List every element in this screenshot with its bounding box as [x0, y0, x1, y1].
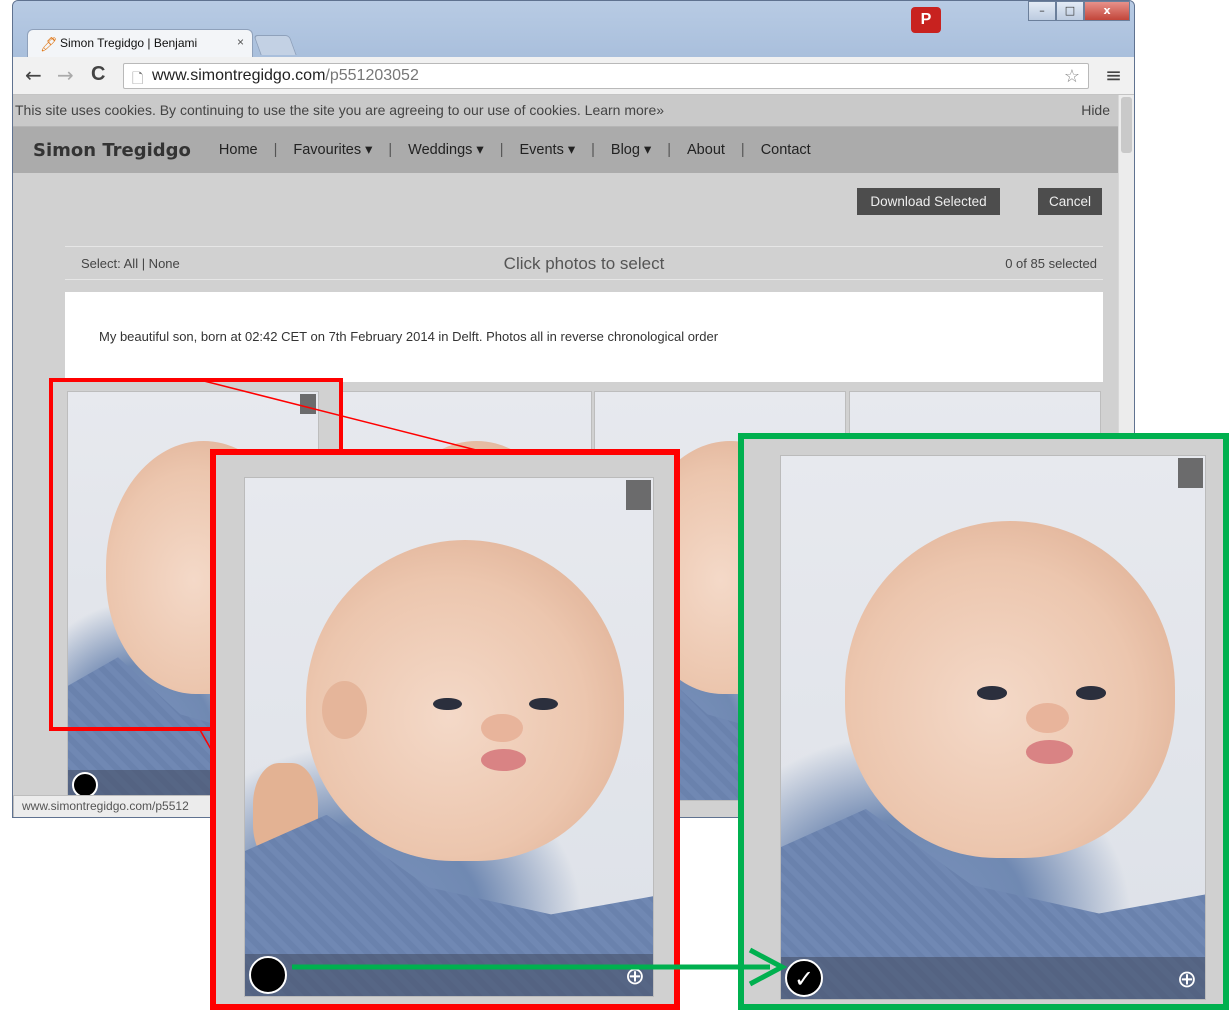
download-photo-icon[interactable]	[626, 480, 651, 510]
photo-subject	[306, 540, 625, 862]
photo-mouth	[481, 748, 526, 772]
tab-title: Simon Tregidgo | Benjami	[60, 36, 198, 50]
selection-count: 0 of 85 selected	[1005, 256, 1097, 271]
download-selected-button[interactable]: Download Selected	[857, 188, 1000, 215]
nav-favourites[interactable]: Favourites ▾	[289, 142, 376, 158]
cookie-notice: This site uses cookies. By continuing to…	[13, 95, 1118, 127]
photo-eye	[433, 697, 463, 711]
site-navigation: Simon Tregidgo Home | Favourites ▾ | Wed…	[13, 127, 1118, 173]
status-bar: www.simontregidgo.com/p5512	[13, 795, 213, 817]
url-domain: www.simontregidgo.com	[152, 67, 326, 84]
browser-tab[interactable]: 🖊 Simon Tregidgo | Benjami ×	[27, 29, 253, 59]
nav-home[interactable]: Home	[215, 142, 262, 158]
window-controls: – □ x	[1028, 1, 1130, 23]
nav-separator: |	[740, 142, 745, 158]
close-window-button[interactable]: x	[1084, 1, 1130, 21]
selection-bar: Select: All | None Click photos to selec…	[65, 246, 1103, 280]
cancel-button[interactable]: Cancel	[1038, 188, 1102, 215]
select-overlay: ⊕	[245, 954, 653, 996]
forward-icon[interactable]: →	[57, 63, 74, 87]
photo-eye	[976, 686, 1007, 700]
baby-photo-zoomed: ⊕	[244, 477, 654, 997]
baby-photo-selected: ✓ ⊕	[780, 455, 1206, 1000]
new-tab-button[interactable]	[253, 35, 297, 55]
photo-nose	[1026, 702, 1070, 734]
title-bar: 🖊 Simon Tregidgo | Benjami × P – □ x	[13, 1, 1134, 59]
cookie-text[interactable]: This site uses cookies. By continuing to…	[15, 102, 664, 118]
address-bar[interactable]: 🗋 www.simontregidgo.com/p551203052 ☆	[123, 63, 1089, 89]
maximize-button[interactable]: □	[1056, 1, 1084, 21]
after-zoom-callout: ✓ ⊕	[738, 433, 1229, 1010]
nav-contact[interactable]: Contact	[757, 142, 815, 158]
feather-favicon-icon: 🖊	[40, 36, 58, 52]
page-icon: 🗋	[132, 70, 144, 86]
nav-separator: |	[499, 142, 504, 158]
url-path: /p551203052	[325, 67, 419, 84]
site-brand[interactable]: Simon Tregidgo	[33, 140, 191, 161]
reload-icon[interactable]: C	[91, 63, 105, 86]
bookmark-star-icon[interactable]: ☆	[1064, 66, 1080, 87]
back-icon[interactable]: ←	[25, 63, 42, 87]
nav-separator: |	[591, 142, 595, 158]
scrollbar-thumb[interactable]	[1121, 97, 1132, 153]
selection-instruction: Click photos to select	[503, 254, 665, 273]
select-circle-icon[interactable]	[249, 956, 287, 994]
photo-subject	[844, 521, 1176, 858]
photo-eye	[1076, 686, 1106, 700]
nav-about[interactable]: About	[683, 142, 729, 158]
extension-badge-icon[interactable]: P	[911, 7, 941, 33]
zoom-icon[interactable]: ⊕	[625, 962, 645, 990]
check-icon[interactable]: ✓	[785, 959, 823, 997]
nav-separator: |	[273, 142, 278, 158]
photo-mouth	[1026, 739, 1073, 764]
cookie-hide-link[interactable]: Hide	[1081, 102, 1110, 118]
select-overlay: ✓ ⊕	[781, 957, 1205, 999]
nav-separator: |	[388, 142, 393, 158]
minimize-button[interactable]: –	[1028, 1, 1056, 21]
photo-ear	[322, 681, 367, 740]
gallery-description: My beautiful son, born at 02:42 CET on 7…	[65, 292, 1103, 382]
nav-weddings[interactable]: Weddings ▾	[404, 142, 488, 158]
browser-toolbar: ← → C 🗋 www.simontregidgo.com/p551203052…	[13, 57, 1134, 95]
photo-nose	[481, 713, 523, 743]
tab-close-icon[interactable]: ×	[237, 35, 244, 49]
zoom-icon[interactable]: ⊕	[1177, 965, 1197, 993]
photo-eye	[528, 697, 558, 711]
status-url: www.simontregidgo.com/p5512	[22, 799, 189, 813]
before-zoom-callout: ⊕	[210, 449, 680, 1010]
gallery-description-text: My beautiful son, born at 02:42 CET on 7…	[99, 329, 719, 344]
nav-separator: |	[667, 142, 672, 158]
nav-blog[interactable]: Blog ▾	[607, 142, 655, 158]
download-photo-icon[interactable]	[1178, 458, 1203, 488]
nav-events[interactable]: Events ▾	[515, 142, 579, 158]
browser-menu-icon[interactable]: ≡	[1105, 63, 1122, 87]
